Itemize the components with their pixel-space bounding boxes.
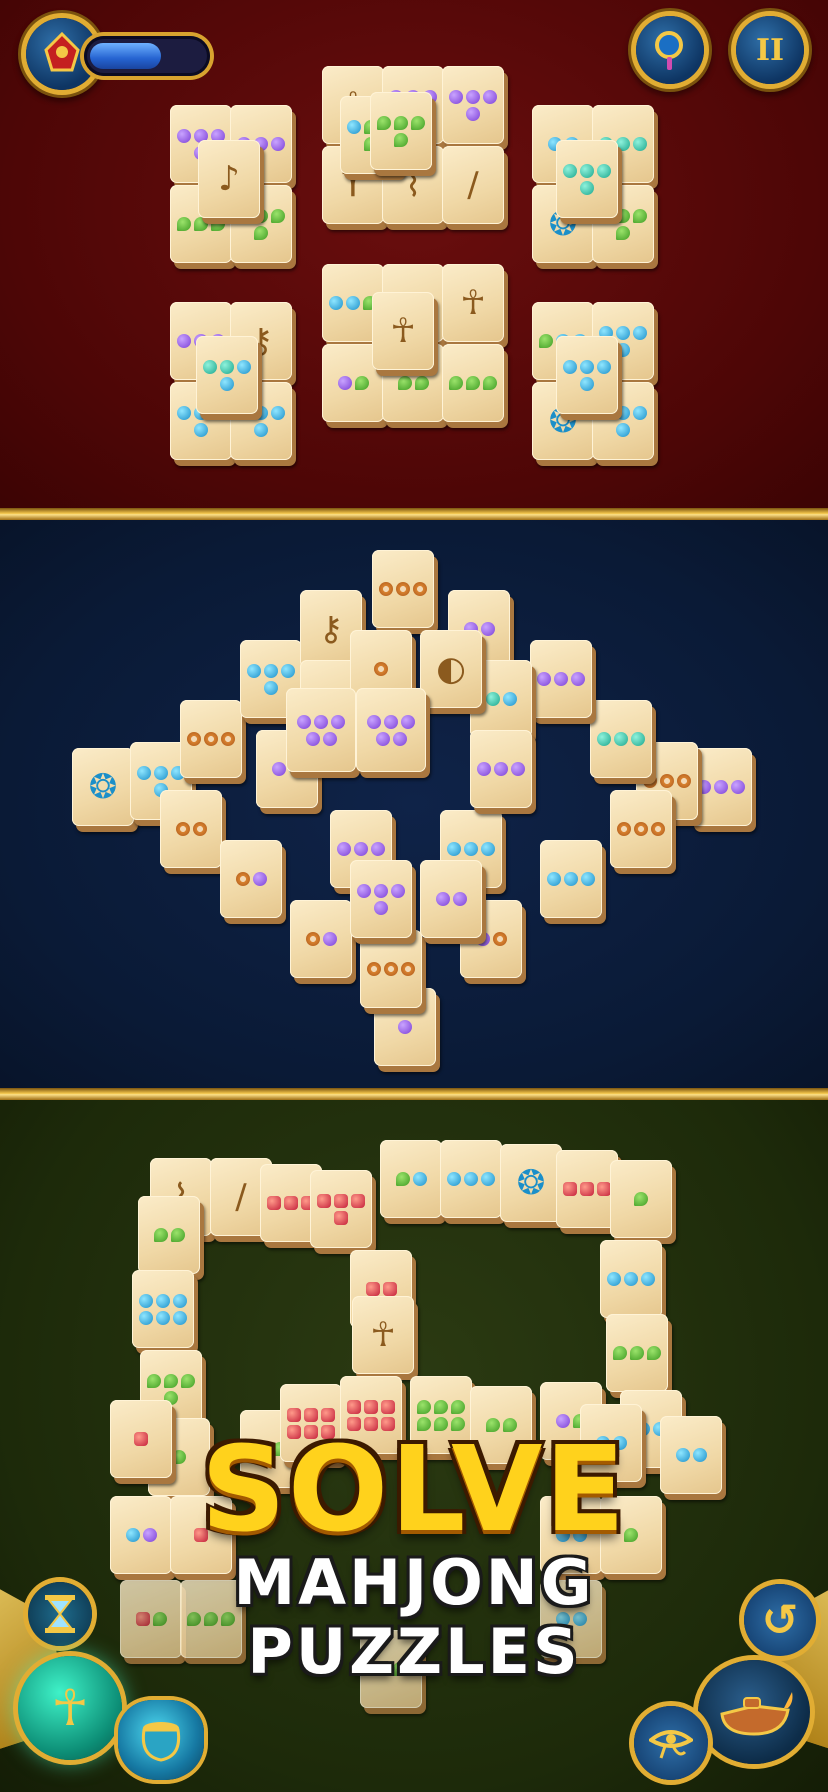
scarab-amulet-icon [44,31,80,72]
tile[interactable] [196,336,258,414]
tile[interactable]: ☥ [352,1296,414,1374]
tile[interactable] [470,730,532,808]
board-red: II ♪ ☥ ϒ ⌇ ∕ ❂ ⚷ ☥ ☥ ❂ [0,0,828,508]
tile[interactable] [290,900,352,978]
eye-of-horus-button[interactable] [634,1706,708,1780]
ankh-staff-icon: ☥ [370,1315,396,1355]
magnifier-icon [655,31,683,70]
promo-headline: SOLVE MAHJONG PUZZLES [0,1430,828,1687]
tile[interactable]: ❂ [72,748,134,826]
headline-mahjong: MAHJONG [233,1546,595,1619]
treasure-pot-icon [141,1722,181,1762]
tile[interactable] [132,1270,194,1348]
tile[interactable] [606,1314,668,1392]
lute-icon: ♪ [218,159,240,199]
tile[interactable] [310,1170,372,1248]
tile[interactable] [556,1150,618,1228]
board-blue: ❂ ⚷ ◐ [0,520,828,1088]
pause-button[interactable]: II [736,16,804,84]
tile[interactable] [360,930,422,1008]
oil-lamp-icon [720,1692,793,1736]
scarab-icon: ❂ [88,767,118,807]
ankh-dice-icon: ☥ [51,1679,89,1737]
shell-icon: ◐ [436,649,466,689]
tile[interactable] [160,790,222,868]
headline-solve: SOLVE [200,1420,628,1558]
energy-bar [84,36,210,76]
gold-divider [0,1088,828,1100]
tile[interactable]: ❂ [500,1144,562,1222]
tile[interactable]: ◐ [420,630,482,708]
tile[interactable] [442,66,504,144]
tile[interactable] [530,640,592,718]
tile[interactable] [180,700,242,778]
tile[interactable] [370,92,432,170]
tile[interactable]: ∕ [442,146,504,224]
treasure-pot-button[interactable] [118,1700,204,1780]
tile[interactable] [690,748,752,826]
tile[interactable] [220,840,282,918]
tile[interactable] [600,1240,662,1318]
tile[interactable] [420,860,482,938]
scarab-icon: ❂ [516,1163,546,1203]
tile[interactable] [556,336,618,414]
ankh-staff-icon: ☥ [460,283,486,323]
tile[interactable] [356,688,426,772]
hint-button[interactable] [636,16,704,84]
tile[interactable] [440,1140,502,1218]
tile[interactable]: ☥ [372,292,434,370]
tile[interactable] [590,700,652,778]
tile[interactable] [540,840,602,918]
tile[interactable] [350,860,412,938]
harp-icon: ⌇ [404,165,422,205]
tile[interactable] [380,1140,442,1218]
tile[interactable] [610,790,672,868]
tile[interactable] [138,1196,200,1274]
tile[interactable] [610,1160,672,1238]
energy-fill [90,43,161,69]
eye-of-horus-icon [649,1730,693,1759]
tile[interactable]: ♪ [198,140,260,218]
pause-icon: II [755,32,785,68]
ankh-icon: ☥ [390,311,416,351]
headline-puzzles: PUZZLES [247,1615,581,1689]
tile[interactable] [556,140,618,218]
flute-icon: ∕ [235,1177,247,1217]
tile[interactable] [286,688,356,772]
key-icon: ⚷ [318,609,344,649]
tile[interactable]: ☥ [442,264,504,342]
tile[interactable] [372,550,434,628]
tile[interactable] [442,344,504,422]
gold-divider [0,508,828,520]
flute-icon: ∕ [467,165,479,205]
